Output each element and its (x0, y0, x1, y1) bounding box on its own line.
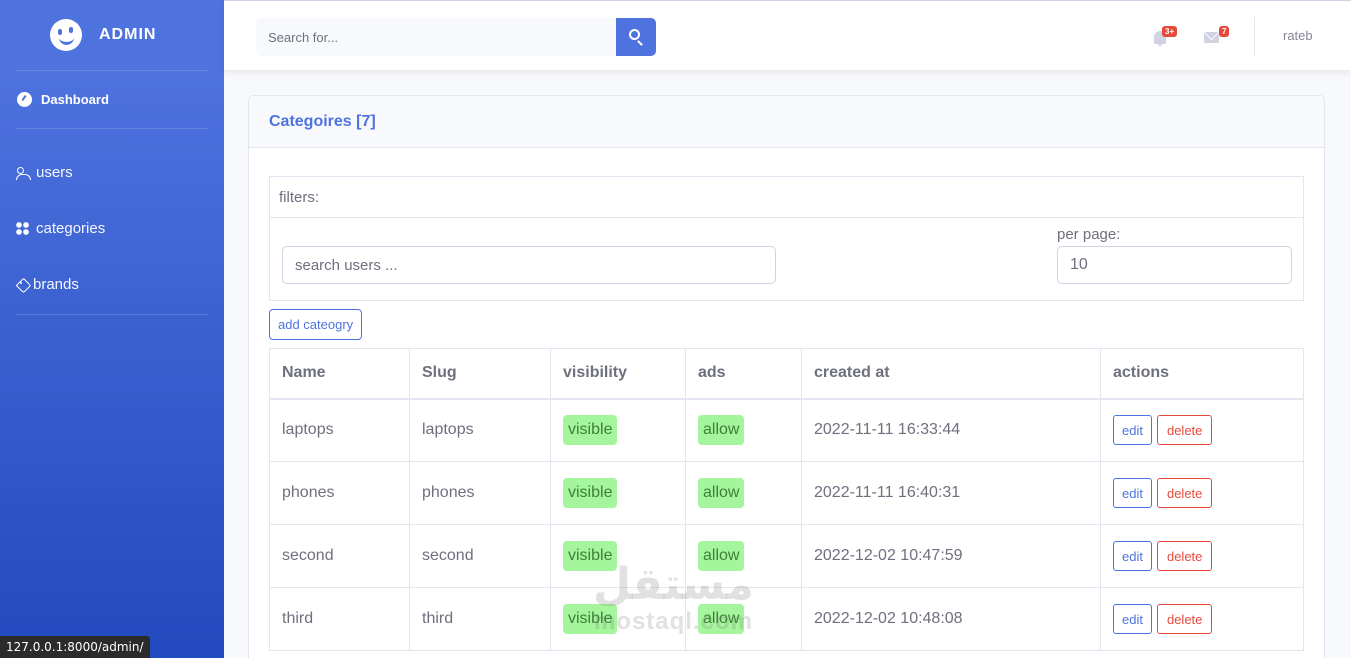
delete-button[interactable]: delete (1156, 541, 1213, 571)
cell-ads: allow (685, 461, 802, 525)
user-menu[interactable]: rateb (1283, 28, 1313, 43)
sidebar-brand[interactable]: ADMIN (0, 0, 224, 70)
cell-created-at: 2022-11-11 16:33:44 (801, 398, 1101, 462)
table-header-row: Name Slug visibility ads created at acti… (269, 348, 1304, 400)
sidebar-item-brands[interactable]: brands (16, 276, 79, 293)
per-page-input[interactable] (1057, 246, 1292, 284)
sidebar-item-dashboard[interactable]: Dashboard (17, 92, 109, 107)
cell-created-at: 2022-12-02 10:48:08 (801, 587, 1101, 651)
cell-name: laptops (269, 398, 410, 462)
edit-button[interactable]: edit (1113, 541, 1152, 571)
cell-name: second (269, 524, 410, 588)
card-header: Categoires [7] (249, 96, 1324, 148)
column-header-slug: Slug (409, 348, 551, 400)
envelope-icon[interactable] (1204, 32, 1219, 43)
categories-card: Categoires [7] filters: per page: add ca… (248, 95, 1325, 658)
cell-actions: edit delete (1100, 587, 1304, 651)
cell-actions: edit delete (1100, 398, 1304, 462)
sidebar-item-label: categories (36, 220, 106, 237)
table-row: phones phones visible allow 2022-11-11 1… (269, 461, 1304, 525)
watermark-latin: mostaql.com (593, 608, 753, 635)
table-row: laptops laptops visible allow 2022-11-11… (269, 398, 1304, 462)
ads-badge: allow (698, 478, 745, 508)
cell-ads: allow (685, 398, 802, 462)
visibility-badge: visible (563, 415, 618, 446)
cell-slug: third (409, 587, 551, 651)
column-header-ads: ads (685, 348, 802, 400)
tachometer-icon (17, 92, 32, 107)
sidebar-divider (16, 314, 208, 315)
cell-name: phones (269, 461, 410, 525)
filters-panel: filters: per page: (269, 176, 1304, 301)
visibility-badge: visible (563, 478, 618, 508)
search-input[interactable] (256, 18, 616, 56)
column-header-name: Name (269, 348, 410, 400)
sidebar-item-label: Dashboard (41, 92, 109, 107)
delete-button[interactable]: delete (1156, 478, 1213, 508)
search-icon (629, 29, 640, 40)
ads-badge: allow (698, 415, 745, 446)
cell-actions: edit delete (1100, 461, 1304, 525)
cell-slug: laptops (409, 398, 551, 462)
cell-visibility: visible (550, 461, 686, 525)
sidebar-item-label: users (36, 164, 73, 181)
table-row: second second visible allow 2022-12-02 1… (269, 524, 1304, 588)
topbar-search (256, 18, 656, 56)
cell-created-at: 2022-12-02 10:47:59 (801, 524, 1101, 588)
category-search-input[interactable] (282, 246, 776, 284)
watermark-arabic: مستقل (593, 559, 754, 610)
filters-label: filters: (270, 177, 1303, 218)
cell-created-at: 2022-11-11 16:40:31 (801, 461, 1101, 525)
laugh-wink-icon (50, 19, 82, 51)
tag-icon (16, 278, 30, 292)
alerts-badge: 3+ (1162, 26, 1178, 37)
table-row: third third visible allow 2022-12-02 10:… (269, 587, 1304, 651)
brand-text: ADMIN (99, 26, 157, 43)
cell-slug: second (409, 524, 551, 588)
users-icon (16, 166, 31, 180)
watermark: مستقل mostaql.com (593, 562, 754, 636)
column-header-actions: actions (1100, 348, 1304, 400)
column-header-created-at: created at (801, 348, 1101, 400)
sidebar-item-categories[interactable]: categories (16, 220, 105, 237)
delete-button[interactable]: delete (1156, 415, 1213, 446)
cell-slug: phones (409, 461, 551, 525)
edit-button[interactable]: edit (1113, 478, 1152, 508)
status-bar-url: 127.0.0.1:8000/admin/ (0, 636, 150, 658)
categories-icon (16, 221, 30, 236)
per-page-label: per page: (1057, 226, 1121, 243)
edit-button[interactable]: edit (1113, 604, 1152, 634)
edit-button[interactable]: edit (1113, 415, 1152, 446)
categories-table: Name Slug visibility ads created at acti… (269, 348, 1304, 651)
topbar: 3+ 7 rateb (224, 0, 1351, 70)
column-header-visibility: visibility (550, 348, 686, 400)
cell-visibility: visible (550, 398, 686, 462)
sidebar-item-label: brands (33, 276, 79, 293)
delete-button[interactable]: delete (1156, 604, 1213, 634)
topbar-divider (1254, 17, 1255, 56)
sidebar-item-users[interactable]: users (16, 164, 73, 181)
sidebar: ADMIN Dashboard users categories brands (0, 0, 224, 658)
add-category-button[interactable]: add cateogry (269, 309, 363, 340)
page-title: Categoires [7] (269, 112, 376, 130)
search-button[interactable] (616, 18, 656, 56)
sidebar-divider (16, 70, 208, 71)
cell-name: third (269, 587, 410, 651)
sidebar-divider (16, 128, 208, 129)
cell-actions: edit delete (1100, 524, 1304, 588)
messages-badge: 7 (1219, 26, 1230, 37)
